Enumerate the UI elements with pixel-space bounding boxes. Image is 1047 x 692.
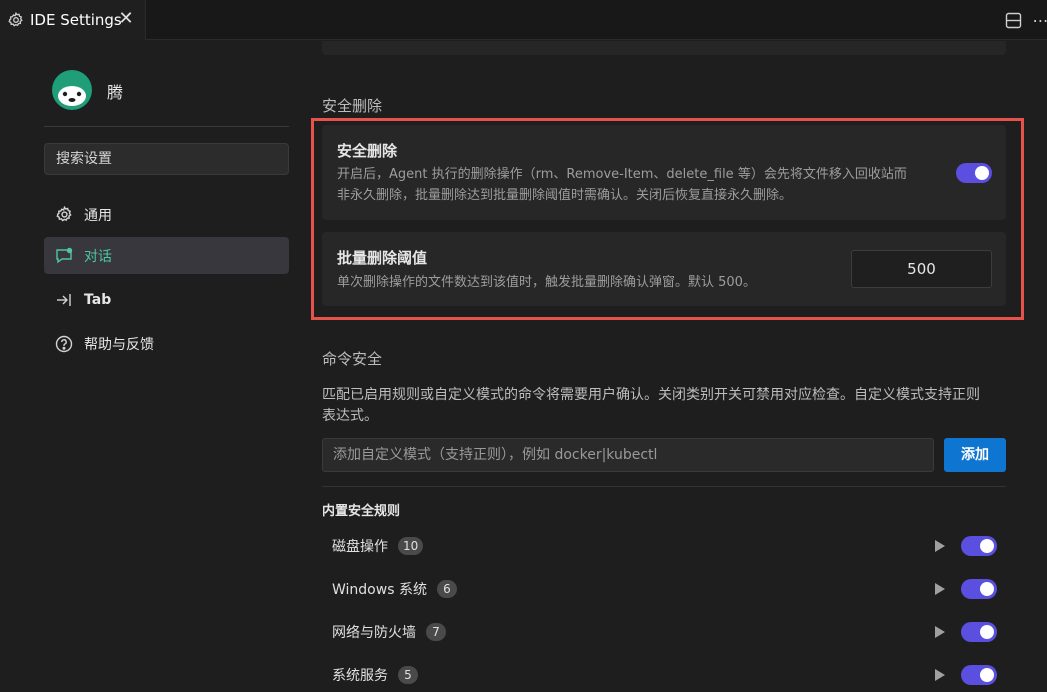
avatar[interactable]: [52, 70, 92, 110]
chat-icon: [55, 247, 73, 265]
sidebar-divider: [44, 126, 289, 127]
custom-pattern-input[interactable]: 添加自定义模式（支持正则），例如 docker|kubectl: [322, 438, 934, 472]
sidebar-item-label: 对话: [84, 248, 112, 265]
editor-tab-bar: IDE Settings ✕ ⋯: [0, 0, 1047, 40]
sidebar-item-general[interactable]: 通用: [44, 196, 289, 233]
builtin-rules-title: 内置安全规则: [322, 504, 401, 519]
expand-arrow-icon[interactable]: [934, 625, 946, 639]
tab-title: IDE Settings: [30, 11, 122, 29]
rule-toggle-disk[interactable]: [961, 536, 997, 556]
sidebar-item-label: 帮助与反馈: [84, 336, 154, 353]
command-safety-desc: 匹配已启用规则或自定义模式的命令将需要用户确认。关闭类别开关可禁用对应检查。自定…: [322, 385, 1012, 427]
command-safety-desc-line1: 匹配已启用规则或自定义模式的命令将需要用户确认。关闭类别开关可禁用对应检查。自定…: [322, 387, 980, 403]
batch-threshold-title: 批量删除阈值: [337, 249, 428, 267]
gear-icon: [8, 12, 24, 28]
previous-card: [322, 41, 1006, 55]
sidebar-item-label: Tab: [84, 291, 112, 308]
section-title-command-safety: 命令安全: [322, 350, 383, 368]
rule-count-badge: 10: [398, 537, 424, 555]
search-settings-input[interactable]: 搜索设置: [44, 143, 289, 175]
section-title-safe-delete: 安全删除: [322, 97, 383, 115]
safe-delete-title: 安全删除: [337, 142, 398, 160]
batch-threshold-input[interactable]: 500: [851, 250, 992, 288]
rule-toggle-services[interactable]: [961, 665, 997, 685]
rule-name: 网络与防火墙: [332, 625, 416, 641]
safe-delete-card: 安全删除 开启后，Agent 执行的删除操作（rm、Remove-Item、de…: [322, 125, 1006, 220]
rule-row-disk[interactable]: 磁盘操作 10: [322, 531, 1006, 561]
help-icon: [55, 335, 73, 353]
sidebar-item-label: 通用: [84, 207, 112, 224]
close-icon[interactable]: ✕: [117, 10, 135, 28]
split-editor-icon[interactable]: [1004, 11, 1022, 29]
sidebar-item-help[interactable]: 帮助与反馈: [44, 325, 289, 362]
sidebar-item-tab[interactable]: Tab: [44, 281, 289, 318]
safe-delete-toggle[interactable]: [956, 163, 992, 183]
more-actions-icon[interactable]: ⋯: [1033, 11, 1047, 30]
rule-toggle-network[interactable]: [961, 622, 997, 642]
settings-main: 安全删除 安全删除 开启后，Agent 执行的删除操作（rm、Remove-It…: [300, 41, 1047, 692]
expand-arrow-icon[interactable]: [934, 668, 946, 682]
section-divider: [322, 486, 1006, 487]
add-pattern-button[interactable]: 添加: [944, 438, 1006, 472]
username: 腾: [107, 83, 124, 102]
rule-row-services[interactable]: 系统服务 5: [322, 660, 1006, 690]
tab-ide-settings[interactable]: IDE Settings ✕: [0, 0, 146, 40]
expand-arrow-icon[interactable]: [934, 539, 946, 553]
rule-count-badge: 5: [398, 666, 418, 684]
rule-row-network[interactable]: 网络与防火墙 7: [322, 617, 1006, 647]
gear-icon: [55, 206, 73, 224]
safe-delete-desc-line2: 非永久删除，批量删除达到批量删除阈值时需确认。关闭后恢复直接永久删除。: [337, 188, 793, 203]
rule-count-badge: 6: [436, 580, 457, 598]
batch-threshold-card: 批量删除阈值 单次删除操作的文件数达到该值时，触发批量删除确认弹窗。默认 500…: [322, 232, 1006, 306]
rule-toggle-windows[interactable]: [961, 579, 997, 599]
rule-name: Windows 系统: [332, 582, 427, 598]
rule-name: 磁盘操作: [332, 539, 388, 555]
safe-delete-desc-line1: 开启后，Agent 执行的删除操作（rm、Remove-Item、delete_…: [337, 167, 907, 182]
expand-arrow-icon[interactable]: [934, 582, 946, 596]
tab-arrow-icon: [55, 291, 73, 309]
batch-threshold-desc: 单次删除操作的文件数达到该值时，触发批量删除确认弹窗。默认 500。: [337, 275, 756, 290]
settings-sidebar: 腾 搜索设置 通用 对话 Tab 帮助与反馈: [0, 41, 300, 692]
rule-count-badge: 7: [426, 623, 446, 641]
sidebar-item-chat[interactable]: 对话: [44, 237, 289, 274]
rule-row-windows[interactable]: Windows 系统 6: [322, 574, 1006, 604]
command-safety-desc-line2: 表达式。: [322, 408, 378, 424]
rule-name: 系统服务: [332, 668, 388, 684]
